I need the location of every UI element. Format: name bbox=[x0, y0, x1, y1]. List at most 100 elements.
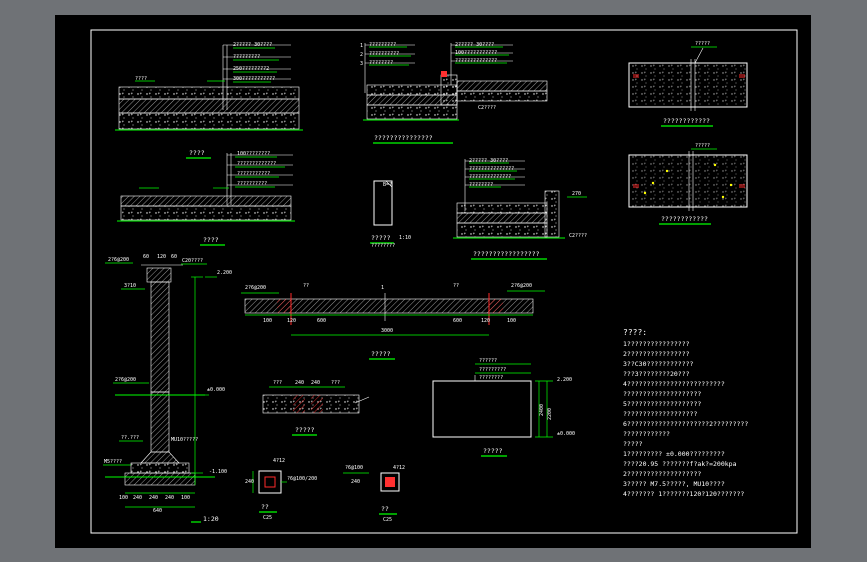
curb2-layer-3: ?????????????? bbox=[469, 174, 511, 180]
pier-dim-2400: 2400 bbox=[539, 404, 545, 416]
section-caption: ????? bbox=[295, 426, 315, 434]
wall-label-mu10: MU10????? bbox=[171, 437, 198, 443]
wall-level-bottom: -1.100 bbox=[209, 469, 227, 475]
slab-b-caption: ???????????? bbox=[661, 215, 708, 223]
post-b-caption: ?? bbox=[381, 505, 389, 513]
curb-right-layer-1: 2????? 30???? bbox=[455, 42, 494, 48]
curb2-layer-2: ??????????????? bbox=[469, 166, 514, 172]
pier-label-1: ?????? bbox=[479, 358, 497, 364]
slab-b-title: ????? bbox=[695, 143, 710, 149]
small-curb-scale: 1:10 bbox=[399, 235, 411, 241]
beam-label-left: 2?6@200 bbox=[245, 285, 266, 291]
beam-caption: ????? bbox=[371, 350, 391, 358]
note-line-14: 2??????????????????? bbox=[623, 470, 701, 478]
drawing-sheet: 2????? 30???? ????????? 250????????2 300… bbox=[90, 29, 798, 534]
curb-caption: ??????????????? bbox=[374, 134, 433, 142]
beam-label-mid-right: ?? bbox=[453, 283, 459, 289]
wall-label-dpc: ??.??? bbox=[121, 435, 139, 441]
note-line-16: 4??????? 1???????120?120??????? bbox=[623, 490, 744, 498]
slab-a-caption: ???????????? bbox=[663, 117, 710, 125]
wall-label-c20: C20???? bbox=[182, 258, 203, 264]
notes-title: ????: bbox=[623, 328, 647, 337]
plan-a-layer-2: ????????? bbox=[233, 54, 260, 60]
plan-a-layer-4: 300??????????? bbox=[233, 76, 275, 82]
wall-label-rebar-mid: 2?6@200 bbox=[115, 377, 136, 383]
beam-detail: 2?6@200 ?? ?? 2?6@200 1 100 120 600 600 … bbox=[241, 283, 545, 360]
svg-text:1: 1 bbox=[360, 43, 363, 49]
plan-b-caption: ???? bbox=[203, 236, 219, 244]
note-line-5: 4????????????????????????? bbox=[623, 380, 725, 388]
post-a-detail: 4?12 ?6@100/200 240 ?? C25 bbox=[245, 458, 317, 521]
post-b-dim: 240 bbox=[351, 479, 360, 485]
post-a-rebar: 4?12 bbox=[273, 458, 285, 464]
slab-a-detail: ????? ???????????? bbox=[628, 41, 748, 127]
plan-a-caption: ???? bbox=[189, 149, 205, 157]
plan-b-detail: 100???????? ????????????? ??????????? ??… bbox=[117, 151, 295, 246]
curb-layer-1: ????????? bbox=[369, 42, 396, 48]
curb2-label: C2???? bbox=[569, 233, 587, 239]
note-line-3: 3??C30???????????? bbox=[623, 360, 694, 368]
beam-dim-3000: 3000 bbox=[381, 328, 393, 334]
plan-b-layer-4: ?????????? bbox=[237, 181, 267, 187]
note-line-8: ??????????????????? bbox=[623, 410, 697, 418]
wall-level-zero: ±0.000 bbox=[207, 387, 225, 393]
note-line-4: ???3????????20??? bbox=[623, 370, 690, 378]
cad-model-viewport[interactable]: 2????? 30???? ????????? 250????????2 300… bbox=[55, 15, 811, 548]
wall-section: 2?6@200 C20???? 3?10 2?6@200 ??.??? MU10… bbox=[103, 254, 232, 523]
note-line-6: ???????????????????? bbox=[623, 390, 701, 398]
pier-label-2: ????????? bbox=[479, 367, 506, 373]
wall-label-m5: M5???? bbox=[104, 459, 122, 465]
curb-right-layer-2: 100??????????? bbox=[455, 50, 497, 56]
pier-dim-2200: 2200 bbox=[547, 408, 553, 420]
small-curb-sub: ???????? bbox=[371, 243, 395, 249]
plan-b-layer-1: 100???????? bbox=[237, 151, 270, 157]
beam-dim-120b: 120 bbox=[481, 318, 490, 324]
note-line-9: 6?????????????????????2????????? bbox=[623, 420, 748, 428]
curb-detail-2: 2????? 30???? ??????????????? ??????????… bbox=[453, 158, 587, 260]
curb-label: C2???? bbox=[478, 105, 496, 111]
post-b-sub: C25 bbox=[383, 517, 392, 523]
pier-level-top: 2.200 bbox=[557, 377, 572, 383]
wall-dim-60b: 60 bbox=[171, 254, 177, 260]
small-section-detail: ??? 240 240 ??? ????? bbox=[262, 380, 370, 436]
wall-dim-100a: 100 bbox=[119, 495, 128, 501]
note-line-1: 1???????????????? bbox=[623, 340, 690, 348]
pier-detail: ?????? ????????? ???????? 2400 2200 2.20… bbox=[432, 358, 575, 457]
beam-dim-600b: 600 bbox=[453, 318, 462, 324]
post-b-rebar: 4?12 bbox=[393, 465, 405, 471]
beam-dim-100b: 100 bbox=[507, 318, 516, 324]
post-b-detail: 4?12 ?6@100 240 ?? C25 bbox=[343, 465, 405, 523]
note-line-2: 2???????????????? bbox=[623, 350, 690, 358]
svg-text:3: 3 bbox=[360, 61, 363, 67]
svg-text:????: ???? bbox=[135, 76, 147, 82]
pier-label-3: ???????? bbox=[479, 375, 503, 381]
wall-label-rebar-top: 2?6@200 bbox=[108, 257, 129, 263]
svg-text:2: 2 bbox=[360, 52, 363, 58]
curb-detail: 1 2 3 ????????? ?????????? ???????? 2???… bbox=[360, 42, 548, 144]
pier-caption: ????? bbox=[483, 447, 503, 455]
post-a-caption: ?? bbox=[261, 503, 269, 511]
plan-a-layer-1: 2????? 30???? bbox=[233, 42, 272, 48]
wall-dim-240a: 240 bbox=[133, 495, 142, 501]
section-dim-240b: 240 bbox=[311, 380, 320, 386]
wall-level-top: 2.200 bbox=[217, 270, 232, 276]
wall-dim-60a: 60 bbox=[143, 254, 149, 260]
section-dim-label-1: ??? bbox=[273, 380, 282, 386]
small-curb-label: B=? bbox=[383, 182, 392, 188]
plan-a-detail: 2????? 30???? ????????? 250????????2 300… bbox=[115, 42, 303, 159]
curb-right-layer-3: ?????????????? bbox=[455, 58, 497, 64]
note-line-12: 1????????? ±0.000????????? bbox=[623, 450, 725, 458]
wall-label-3d10: 3?10 bbox=[124, 283, 136, 289]
wall-scale: 1:20 bbox=[203, 515, 219, 523]
slab-b-detail: ????? ???????????? bbox=[628, 143, 748, 225]
section-dim-240a: 240 bbox=[295, 380, 304, 386]
beam-mark: 1 bbox=[381, 285, 384, 291]
note-line-15: 3????? M7.5?????, MU10???? bbox=[623, 480, 725, 488]
small-curb-detail: B=? ????? 1:10 ???????? bbox=[370, 180, 411, 249]
note-line-7: 5??????????????????? bbox=[623, 400, 701, 408]
post-a-sub: C25 bbox=[263, 515, 272, 521]
plan-b-layer-2: ????????????? bbox=[237, 161, 276, 167]
curb2-layer-1: 2????? 30???? bbox=[469, 158, 508, 164]
note-line-11: ????? bbox=[623, 440, 643, 448]
post-a-stirrup: ?6@100/200 bbox=[287, 476, 317, 482]
